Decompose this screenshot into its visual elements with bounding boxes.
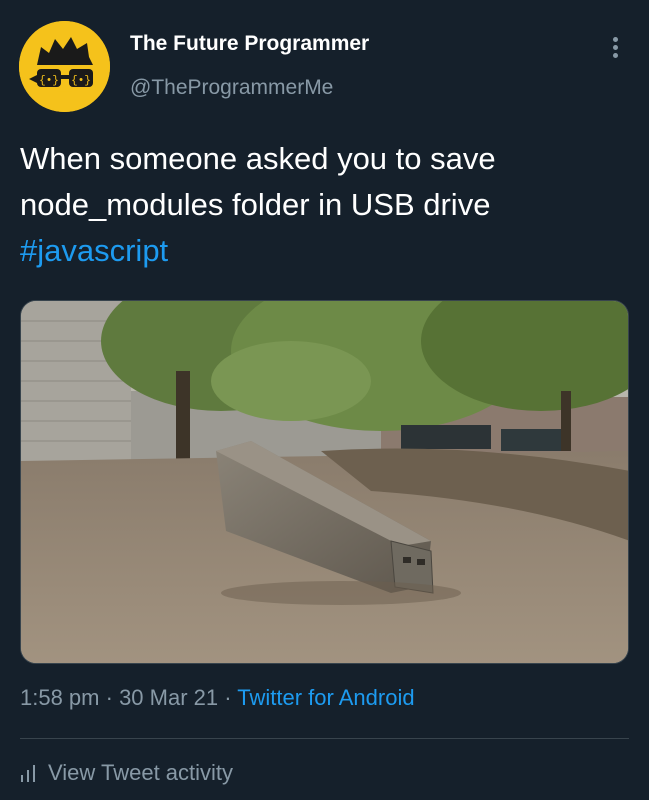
tweet-text-line: When someone asked you to save	[20, 141, 496, 176]
bar-chart-icon	[20, 764, 38, 782]
hashtag-link[interactable]: #javascript	[20, 228, 620, 274]
tweet-text: When someone asked you to save node_modu…	[20, 136, 620, 274]
more-vertical-icon[interactable]	[603, 34, 629, 62]
view-tweet-activity-label: View Tweet activity	[48, 760, 234, 785]
tweet: {•} {•} The Future Programmer @TheProgra…	[0, 0, 649, 800]
tweet-media-photo[interactable]	[20, 300, 629, 664]
tweet-source-link[interactable]: Twitter for Android	[237, 685, 414, 710]
meta-separator: ·	[218, 685, 238, 710]
tweet-text-line: node_modules folder in USB drive	[20, 187, 491, 222]
tweet-meta: 1:58 pm · 30 Mar 21 · Twitter for Androi…	[20, 685, 415, 711]
avatar[interactable]: {•} {•}	[19, 21, 110, 112]
svg-text:{•}: {•}	[71, 75, 91, 87]
tweet-time[interactable]: 1:58 pm	[20, 685, 100, 710]
view-tweet-activity-button[interactable]: View Tweet activity	[20, 760, 233, 786]
author-handle[interactable]: @TheProgrammerMe	[130, 76, 333, 100]
svg-text:{•}: {•}	[39, 75, 59, 87]
photo	[21, 301, 628, 663]
meta-separator: ·	[99, 685, 120, 710]
tweet-date[interactable]: 30 Mar 21	[119, 685, 218, 710]
avatar-image: {•} {•}	[19, 21, 110, 112]
divider	[20, 738, 629, 739]
author-name[interactable]: The Future Programmer	[130, 32, 369, 56]
